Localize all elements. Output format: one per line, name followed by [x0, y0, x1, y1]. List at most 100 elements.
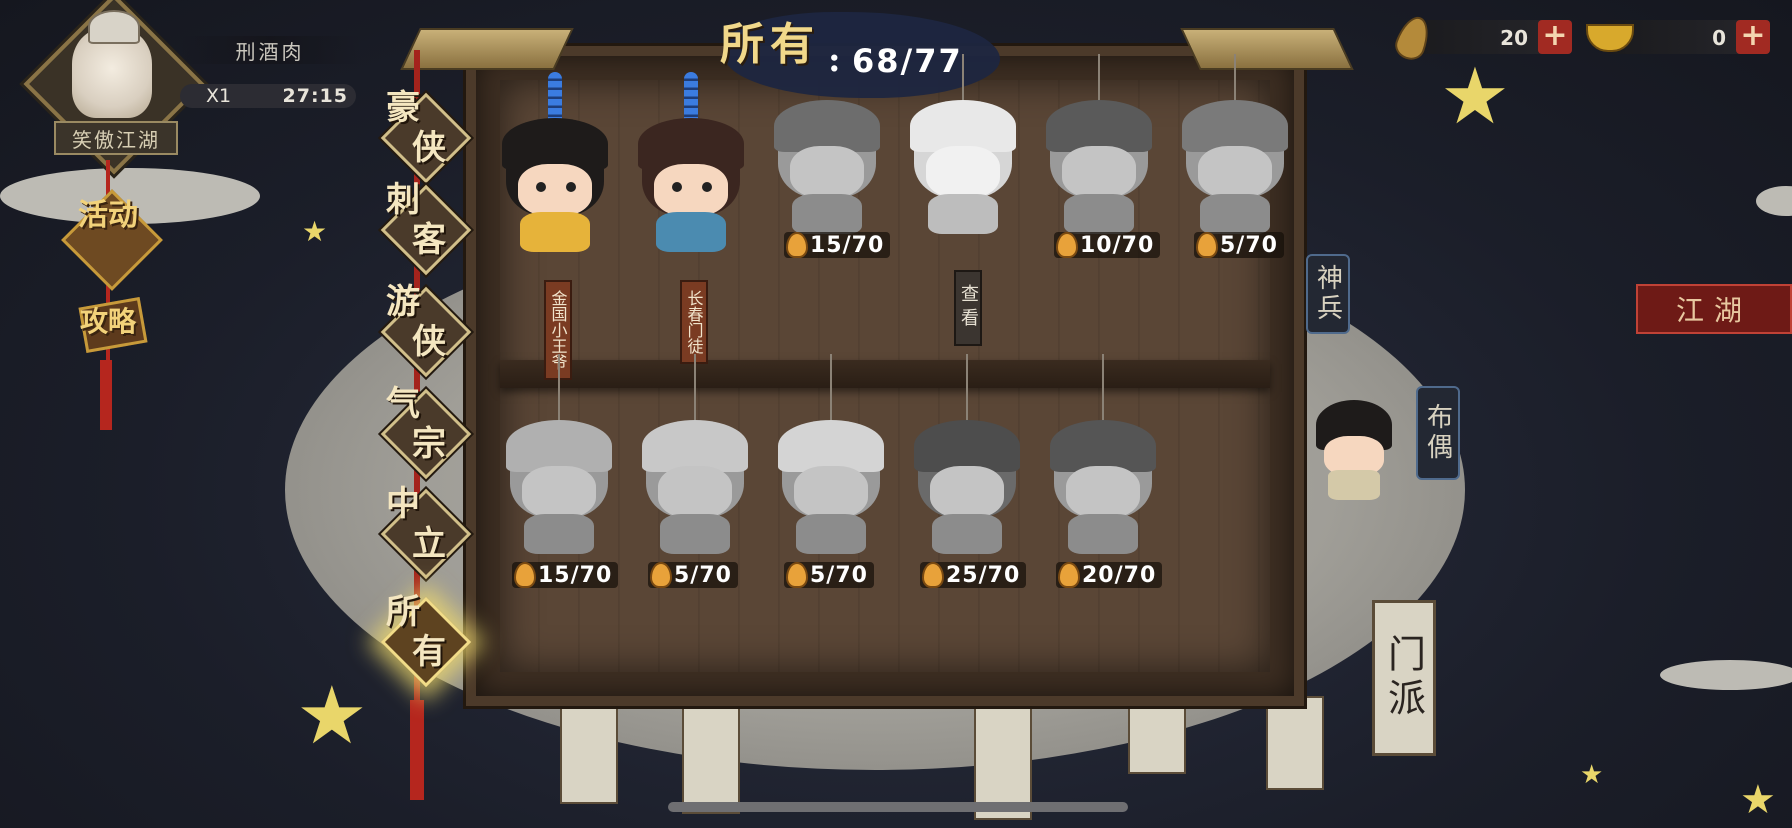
puppet-hair — [778, 420, 884, 472]
category-tab-cike[interactable]: 刺客 — [374, 180, 472, 276]
stamina-bar: X1 27:15 — [180, 84, 356, 108]
puppet-face — [522, 466, 596, 518]
tassel — [410, 700, 424, 800]
leaf-amount: 20 — [1500, 26, 1528, 50]
puppet-hair — [1046, 100, 1152, 152]
puppet-body — [520, 212, 590, 252]
cloud — [1660, 660, 1792, 690]
puppet-card[interactable]: 长春门徒 — [630, 72, 752, 364]
puppet-eye — [566, 182, 576, 192]
puppet-face — [930, 466, 1004, 518]
guide-button-label[interactable]: 攻略 — [80, 300, 140, 340]
category-label: 豪侠 — [384, 88, 464, 180]
flame-icon — [650, 562, 672, 588]
player-title: 笑傲江湖 — [54, 121, 178, 155]
puppet-card[interactable]: 金国小王爷 — [494, 72, 616, 380]
home-indicator[interactable] — [668, 802, 1128, 812]
puppet-card-locked[interactable]: 5/70 — [770, 354, 892, 588]
menpai-tag[interactable]: 门派 — [1372, 600, 1436, 756]
fragment-progress: 15/70 — [784, 232, 891, 258]
bg-tag — [1128, 700, 1186, 774]
star-icon: ★ — [1740, 777, 1776, 823]
category-tab-youxia[interactable]: 游侠 — [374, 282, 472, 378]
category-tab-all[interactable]: 所有 — [374, 592, 472, 688]
puppet-card-locked[interactable]: 15/70 — [766, 94, 891, 264]
puppet-face — [1062, 146, 1136, 198]
tassel — [100, 360, 112, 430]
flame-icon — [1056, 232, 1078, 258]
category-char: 豪 — [386, 88, 420, 128]
puppet-face — [658, 466, 732, 518]
category-char: 气 — [386, 384, 420, 424]
category-char: 侠 — [412, 128, 446, 168]
puppet-face — [926, 146, 1000, 198]
puppet-body — [1064, 194, 1134, 234]
category-char: 宗 — [412, 424, 446, 464]
category-char: 侠 — [412, 322, 446, 362]
fragment-progress: 5/70 — [784, 562, 874, 588]
puppet-hair — [642, 420, 748, 472]
puppet-card-locked[interactable]: 25/70 — [906, 354, 1028, 588]
fragment-progress: 5/70 — [1194, 232, 1284, 258]
puppet-face — [790, 146, 864, 198]
player-name: 刑酒肉 — [180, 36, 360, 64]
puppet-body — [660, 514, 730, 554]
puppet-body — [792, 194, 862, 234]
collection-colon: : — [828, 40, 841, 80]
category-char: 中 — [386, 484, 420, 524]
stamina-multiplier: X1 — [206, 85, 232, 107]
buou-tab[interactable]: 布偶 — [1416, 386, 1460, 480]
flame-icon — [786, 562, 808, 588]
puppet-card-locked[interactable]: 查看 — [902, 54, 1024, 346]
bg-tag — [560, 700, 618, 804]
add-leaf-button[interactable]: + — [1538, 20, 1572, 54]
category-tab-zhongli[interactable]: 中立 — [374, 484, 472, 580]
fragment-progress: 5/70 — [648, 562, 738, 588]
puppet-body — [656, 212, 726, 252]
puppet-face — [654, 164, 728, 216]
cabinet-bracket-left — [400, 28, 574, 70]
puppet-card-locked[interactable]: 5/70 — [634, 354, 756, 588]
puppet-body — [1200, 194, 1270, 234]
puppet-card-locked[interactable]: 15/70 — [498, 354, 620, 588]
puppet-face — [794, 466, 868, 518]
category-char: 立 — [412, 524, 446, 564]
view-button[interactable]: 查看 — [954, 270, 982, 346]
category-char: 游 — [386, 282, 420, 322]
fragment-progress: 25/70 — [920, 562, 1027, 588]
category-char: 所 — [386, 592, 420, 632]
puppet-eye — [702, 182, 712, 192]
collection-count: 68/77 — [852, 42, 963, 80]
puppet-body — [932, 514, 1002, 554]
event-button-label[interactable]: 活动 — [78, 200, 138, 232]
puppet-card-locked[interactable]: 5/70 — [1174, 54, 1296, 264]
flame-icon — [1058, 562, 1080, 588]
star-icon: ★ — [296, 669, 368, 762]
shenbing-tab[interactable]: 神兵 — [1306, 254, 1350, 334]
puppet-eye — [536, 182, 546, 192]
ingot-currency: 0 + — [1586, 20, 1770, 54]
puppet-card-locked[interactable]: 20/70 — [1042, 354, 1164, 588]
flame-icon — [922, 562, 944, 588]
category-label: 游侠 — [384, 282, 464, 374]
category-label: 刺客 — [384, 180, 464, 272]
flame-icon — [786, 232, 808, 258]
fragment-progress: 15/70 — [512, 562, 619, 588]
flame-icon — [514, 562, 536, 588]
puppet-hair — [774, 100, 880, 152]
category-tab-qizong[interactable]: 气宗 — [374, 384, 472, 480]
add-ingot-button[interactable]: + — [1736, 20, 1770, 54]
star-icon: ★ — [1440, 52, 1510, 142]
puppet-face — [1066, 466, 1140, 518]
category-char: 客 — [412, 220, 446, 260]
category-label: 所有 — [384, 592, 464, 684]
puppet-eye — [672, 182, 682, 192]
star-icon: ★ — [1580, 760, 1604, 790]
puppet-body — [524, 514, 594, 554]
jianghu-button[interactable]: 江湖 — [1636, 284, 1792, 334]
puppet-body — [1328, 470, 1380, 500]
puppet-hair — [914, 420, 1020, 472]
puppet-card-locked[interactable]: 10/70 — [1038, 54, 1161, 264]
buou-preview-puppet[interactable] — [1310, 400, 1398, 500]
category-tab-haoxia[interactable]: 豪侠 — [374, 88, 472, 184]
